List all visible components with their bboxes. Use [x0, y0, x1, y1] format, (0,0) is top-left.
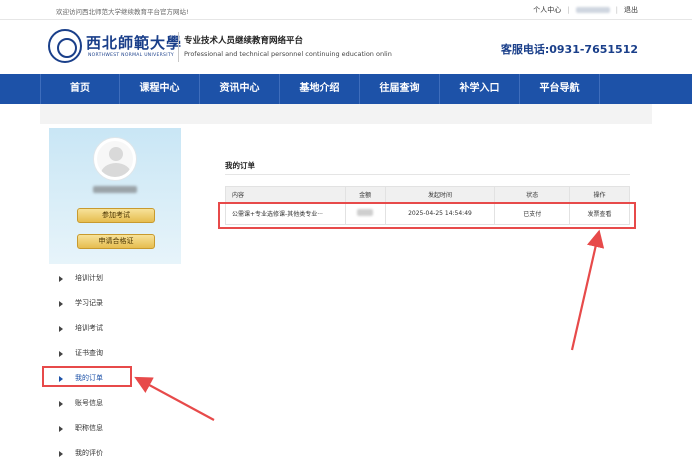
triangle-right-icon: [59, 301, 63, 307]
sidebar-item-label: 职称信息: [75, 424, 103, 432]
sidebar-item-my-reviews[interactable]: 我的评价: [49, 441, 181, 466]
university-logo-english: NORTHWEST NORMAL UNIVERSITY: [88, 53, 174, 58]
blurred-username: [575, 7, 610, 13]
apply-certificate-button[interactable]: 申请合格证: [77, 234, 155, 249]
profile-card: 参加考试 申请合格证: [49, 128, 181, 264]
logo-divider: [178, 32, 179, 62]
sidebar-item-label: 账号信息: [75, 399, 103, 407]
column-header-time: 发起时间: [384, 186, 496, 203]
page-title: 我的订单: [225, 161, 255, 170]
table-header-row: 内容 金额 发起时间 状态 操作: [225, 186, 630, 203]
sidebar-item-label: 我的评价: [75, 449, 103, 457]
service-hotline: 客服电话:0931-7651512: [500, 43, 638, 56]
nav-home[interactable]: 首页: [40, 74, 120, 104]
nav-past-query[interactable]: 往届查询: [360, 74, 440, 104]
user-links: 个人中心 | | 退出: [533, 5, 638, 15]
welcome-text: 欢迎访问西北师范大学继续教育平台官方网站!: [56, 8, 189, 16]
column-header-content: 内容: [225, 186, 346, 203]
sidebar-item-certificate-query[interactable]: 证书查询: [49, 341, 181, 366]
avatar: [94, 138, 136, 180]
logout-link[interactable]: 退出: [624, 5, 638, 15]
sidebar-item-label: 培训考试: [75, 324, 103, 332]
main-nav: 首页 课程中心 资讯中心 基地介绍 往届查询 补学入口 平台导航: [0, 74, 692, 104]
sidebar-item-label: 证书查询: [75, 349, 103, 357]
column-header-status: 状态: [494, 186, 571, 203]
highlight-box-my-orders: [42, 366, 132, 387]
top-bar: 欢迎访问西北师范大学继续教育平台官方网站! 个人中心 | | 退出: [0, 0, 692, 20]
university-emblem-icon: [48, 29, 82, 63]
sidebar-item-training-exam[interactable]: 培训考试: [49, 316, 181, 341]
sidebar-item-title-info[interactable]: 职称信息: [49, 416, 181, 441]
sidebar-item-label: 学习记录: [75, 299, 103, 307]
nav-course-center[interactable]: 课程中心: [120, 74, 200, 104]
nav-makeup-entry[interactable]: 补学入口: [440, 74, 520, 104]
university-logo-text: 西北師範大學: [86, 34, 183, 52]
triangle-right-icon: [59, 401, 63, 407]
separator: |: [615, 6, 618, 14]
main-content: 我的订单 内容 金额 发起时间 状态 操作 公需课+专业选修课-其他类专业···…: [189, 128, 652, 468]
column-header-amount: 金额: [344, 186, 386, 203]
sidebar-item-account-info[interactable]: 账号信息: [49, 391, 181, 416]
triangle-right-icon: [59, 276, 63, 282]
site-title: 专业技术人员继续教育网络平台: [184, 36, 304, 46]
sidebar-item-training-plan[interactable]: 培训计划: [49, 266, 181, 291]
sub-banner: [0, 104, 692, 124]
site-subtitle: Professional and technical personnel con…: [184, 50, 392, 58]
take-exam-button[interactable]: 参加考试: [77, 208, 155, 223]
nav-base-intro[interactable]: 基地介绍: [280, 74, 360, 104]
sidebar: 参加考试 申请合格证 培训计划 学习记录 培训考试 证书查询 我的订单 账号信息…: [49, 128, 181, 468]
site-header: 西北師範大學 NORTHWEST NORMAL UNIVERSITY 专业技术人…: [0, 20, 692, 74]
blurred-user-name: [93, 186, 137, 193]
title-divider: [225, 174, 630, 175]
sidebar-item-study-record[interactable]: 学习记录: [49, 291, 181, 316]
sidebar-item-label: 培训计划: [75, 274, 103, 282]
nav-news-center[interactable]: 资讯中心: [200, 74, 280, 104]
column-header-action: 操作: [569, 186, 630, 203]
separator: |: [567, 6, 570, 14]
triangle-right-icon: [59, 326, 63, 332]
personal-center-link[interactable]: 个人中心: [533, 5, 561, 15]
triangle-right-icon: [59, 351, 63, 357]
nav-platform-guide[interactable]: 平台导航: [520, 74, 600, 104]
triangle-right-icon: [59, 451, 63, 457]
highlight-box-order-row: [218, 202, 636, 229]
triangle-right-icon: [59, 426, 63, 432]
